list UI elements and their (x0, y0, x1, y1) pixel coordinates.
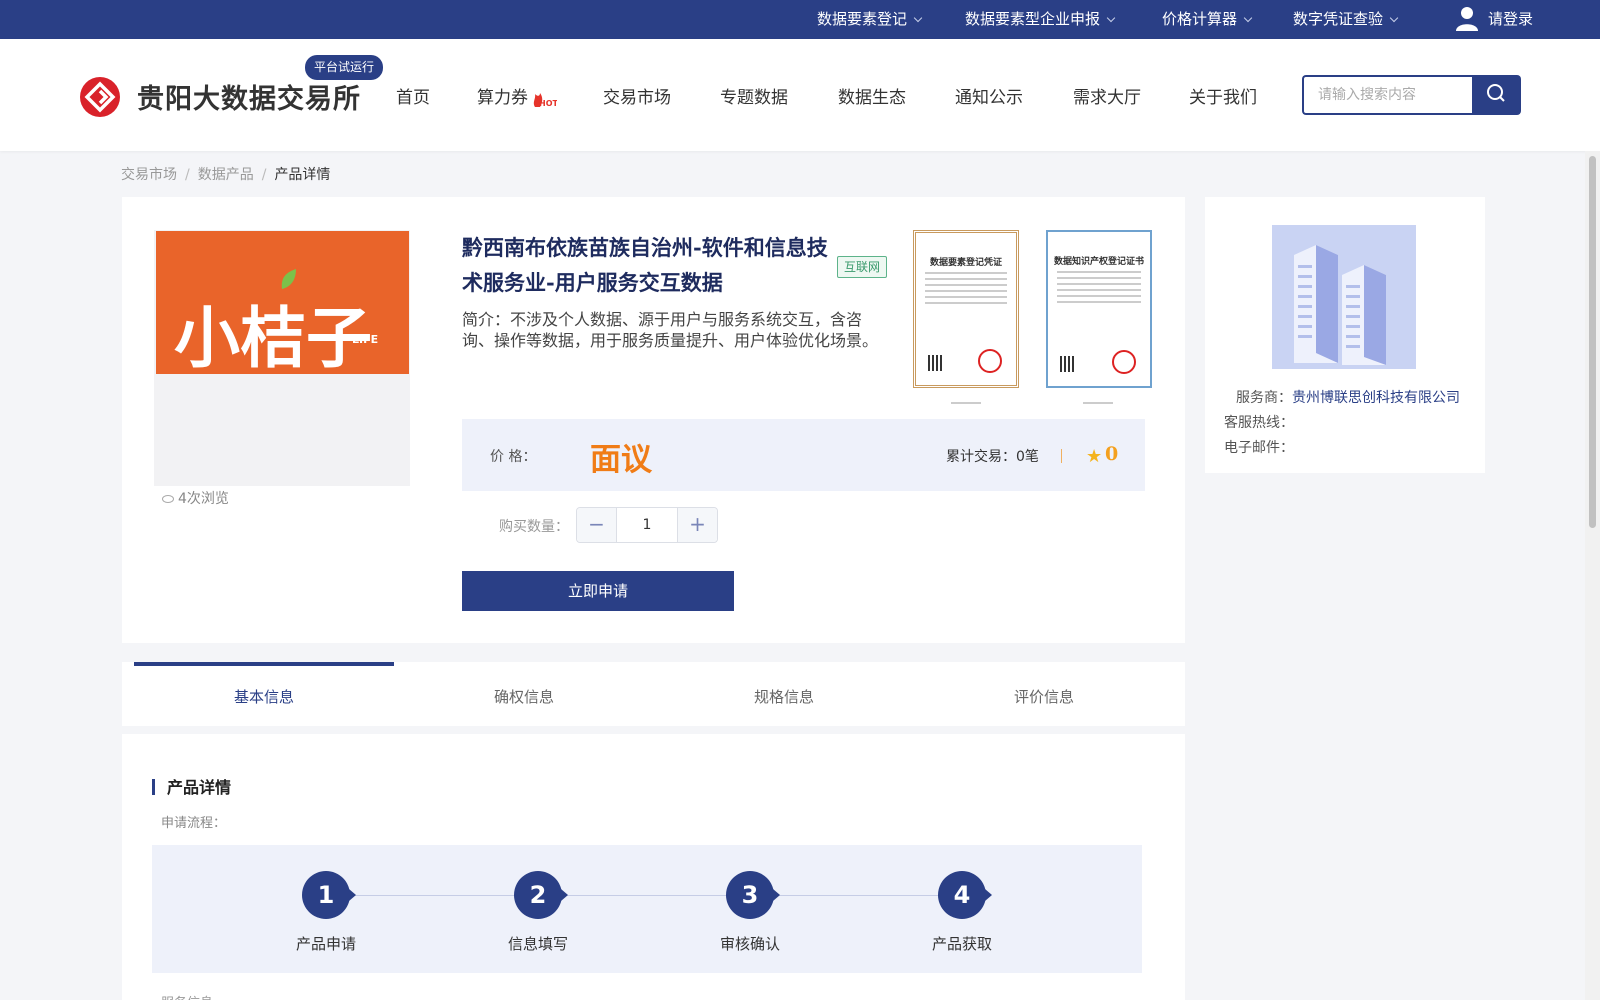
step-label: 审核确认 (719, 935, 780, 953)
topbar-enterprise-declaration[interactable]: 数据要素型企业申报 (965, 0, 1116, 39)
step-number: 1 (302, 871, 356, 919)
breadcrumb: 交易市场 / 数据产品 / 产品详情 (121, 167, 331, 183)
quantity-stepper: − 1 + (576, 507, 718, 543)
view-count: 4次浏览 (162, 488, 229, 508)
industry-tag: 互联网 (837, 256, 888, 278)
certificate-title: 数据要素登记凭证 (929, 258, 1002, 268)
qr-code-icon (928, 355, 944, 371)
product-intro: 简介：不涉及个人数据、源于用户与服务系统交互，含咨询、操作等数据，用于服务质量提… (462, 310, 879, 350)
seal-icon (978, 349, 1002, 373)
nav-topic-data[interactable]: 专题数据 (720, 83, 788, 108)
topbar-data-registration[interactable]: 数据要素登记 (817, 0, 923, 39)
topbar-price-calculator[interactable]: 价格计算器 (1162, 0, 1253, 39)
price-label: 价 格： (490, 449, 537, 465)
chevron-down-icon (913, 13, 923, 23)
step-label: 信息填写 (507, 935, 568, 953)
search-input[interactable] (1302, 75, 1472, 115)
flow-label: 申请流程： (161, 816, 227, 831)
chevron-down-icon (1389, 13, 1399, 23)
divider (1061, 449, 1062, 463)
step-number: 4 (938, 871, 992, 919)
step-label: 产品获取 (931, 935, 992, 953)
breadcrumb-market[interactable]: 交易市场 (121, 167, 177, 183)
vendor-hotline: 客服热线： (1224, 415, 1294, 431)
product-image: 小桔子 LIFE (156, 231, 409, 374)
nav-notices[interactable]: 通知公示 (955, 83, 1023, 108)
section-marker (152, 779, 155, 795)
step-number: 3 (726, 871, 780, 919)
tab-spec-info[interactable]: 规格信息 (654, 686, 914, 707)
quantity-decrease-button[interactable]: − (577, 508, 617, 542)
nav-home[interactable]: 首页 (396, 83, 430, 108)
quantity-input[interactable]: 1 (617, 508, 677, 542)
certificate-title: 数据知识产权登记证书 (1053, 257, 1144, 267)
login-link[interactable]: 请登录 (1488, 0, 1533, 39)
product-title: 黔西南布依族苗族自治州-软件和信息技术服务业-用户服务交互数据 (462, 235, 828, 295)
search-button[interactable] (1472, 75, 1521, 115)
step-label: 产品申请 (295, 935, 356, 953)
active-tab-indicator (134, 662, 394, 666)
star-icon: ★ (1086, 446, 1103, 467)
breadcrumb-data-products[interactable]: 数据产品 (198, 167, 254, 183)
vendor-provider: 服务商：贵州博联思创科技有限公司 (1236, 390, 1460, 406)
price-value: 面议 (590, 442, 652, 478)
svg-text:LIFE: LIFE (352, 333, 378, 346)
product-logo-image: 小桔子 LIFE (174, 269, 378, 374)
eye-icon (162, 495, 174, 503)
tab-review-info[interactable]: 评价信息 (914, 686, 1174, 707)
chevron-down-icon (1243, 13, 1253, 23)
site-logo-text[interactable]: 贵阳大数据交易所 (137, 77, 361, 116)
price-panel (462, 419, 1145, 491)
flow-connector (326, 895, 962, 896)
step-number: 2 (514, 871, 568, 919)
svg-text:小桔子: 小桔子 (174, 300, 372, 374)
certificate-indicator[interactable] (951, 402, 981, 404)
nav-about[interactable]: 关于我们 (1189, 83, 1257, 108)
topbar-certificate-check[interactable]: 数字凭证查验 (1293, 0, 1399, 39)
search-icon (1487, 84, 1505, 102)
tab-rights-info[interactable]: 确权信息 (394, 686, 654, 707)
scrollbar-thumb[interactable] (1589, 156, 1596, 528)
qr-code-icon (1060, 356, 1076, 372)
building-icon (1294, 245, 1386, 365)
vendor-image (1272, 225, 1416, 369)
tab-basic-info[interactable]: 基本信息 (134, 686, 394, 707)
nav-ecosystem[interactable]: 数据生态 (838, 83, 906, 108)
top-utility-bar: 数据要素登记 数据要素型企业申报 价格计算器 数字凭证查验 请登录 (0, 0, 1600, 39)
vendor-email: 电子邮件： (1224, 440, 1294, 456)
service-info-label: 服务信息 (161, 992, 213, 1000)
nav-demand-hall[interactable]: 需求大厅 (1073, 83, 1141, 108)
user-icon[interactable] (1455, 6, 1479, 32)
certificate-ip[interactable]: 数据知识产权登记证书 (1046, 230, 1152, 388)
trial-badge: 平台试运行 (305, 55, 384, 80)
nav-compute-voucher[interactable]: 算力券 (477, 83, 528, 108)
hot-badge-icon: HOT (533, 93, 557, 108)
nav-market[interactable]: 交易市场 (603, 83, 671, 108)
breadcrumb-current: 产品详情 (274, 167, 331, 183)
chevron-down-icon (1106, 13, 1116, 23)
deal-count: 累计交易：0笔 (946, 449, 1039, 465)
rating-value: 0 (1105, 443, 1119, 465)
section-title: 产品详情 (167, 778, 232, 797)
svg-text:HOT: HOT (539, 99, 557, 108)
certificate-registration[interactable]: 数据要素登记凭证 (913, 230, 1019, 388)
apply-now-button[interactable]: 立即申请 (462, 571, 734, 611)
vendor-name-link[interactable]: 贵州博联思创科技有限公司 (1292, 390, 1460, 406)
quantity-label: 购买数量： (499, 519, 569, 535)
logo-icon[interactable] (79, 76, 121, 118)
seal-icon (1112, 350, 1136, 374)
certificate-indicator[interactable] (1083, 402, 1113, 404)
quantity-increase-button[interactable]: + (677, 508, 717, 542)
